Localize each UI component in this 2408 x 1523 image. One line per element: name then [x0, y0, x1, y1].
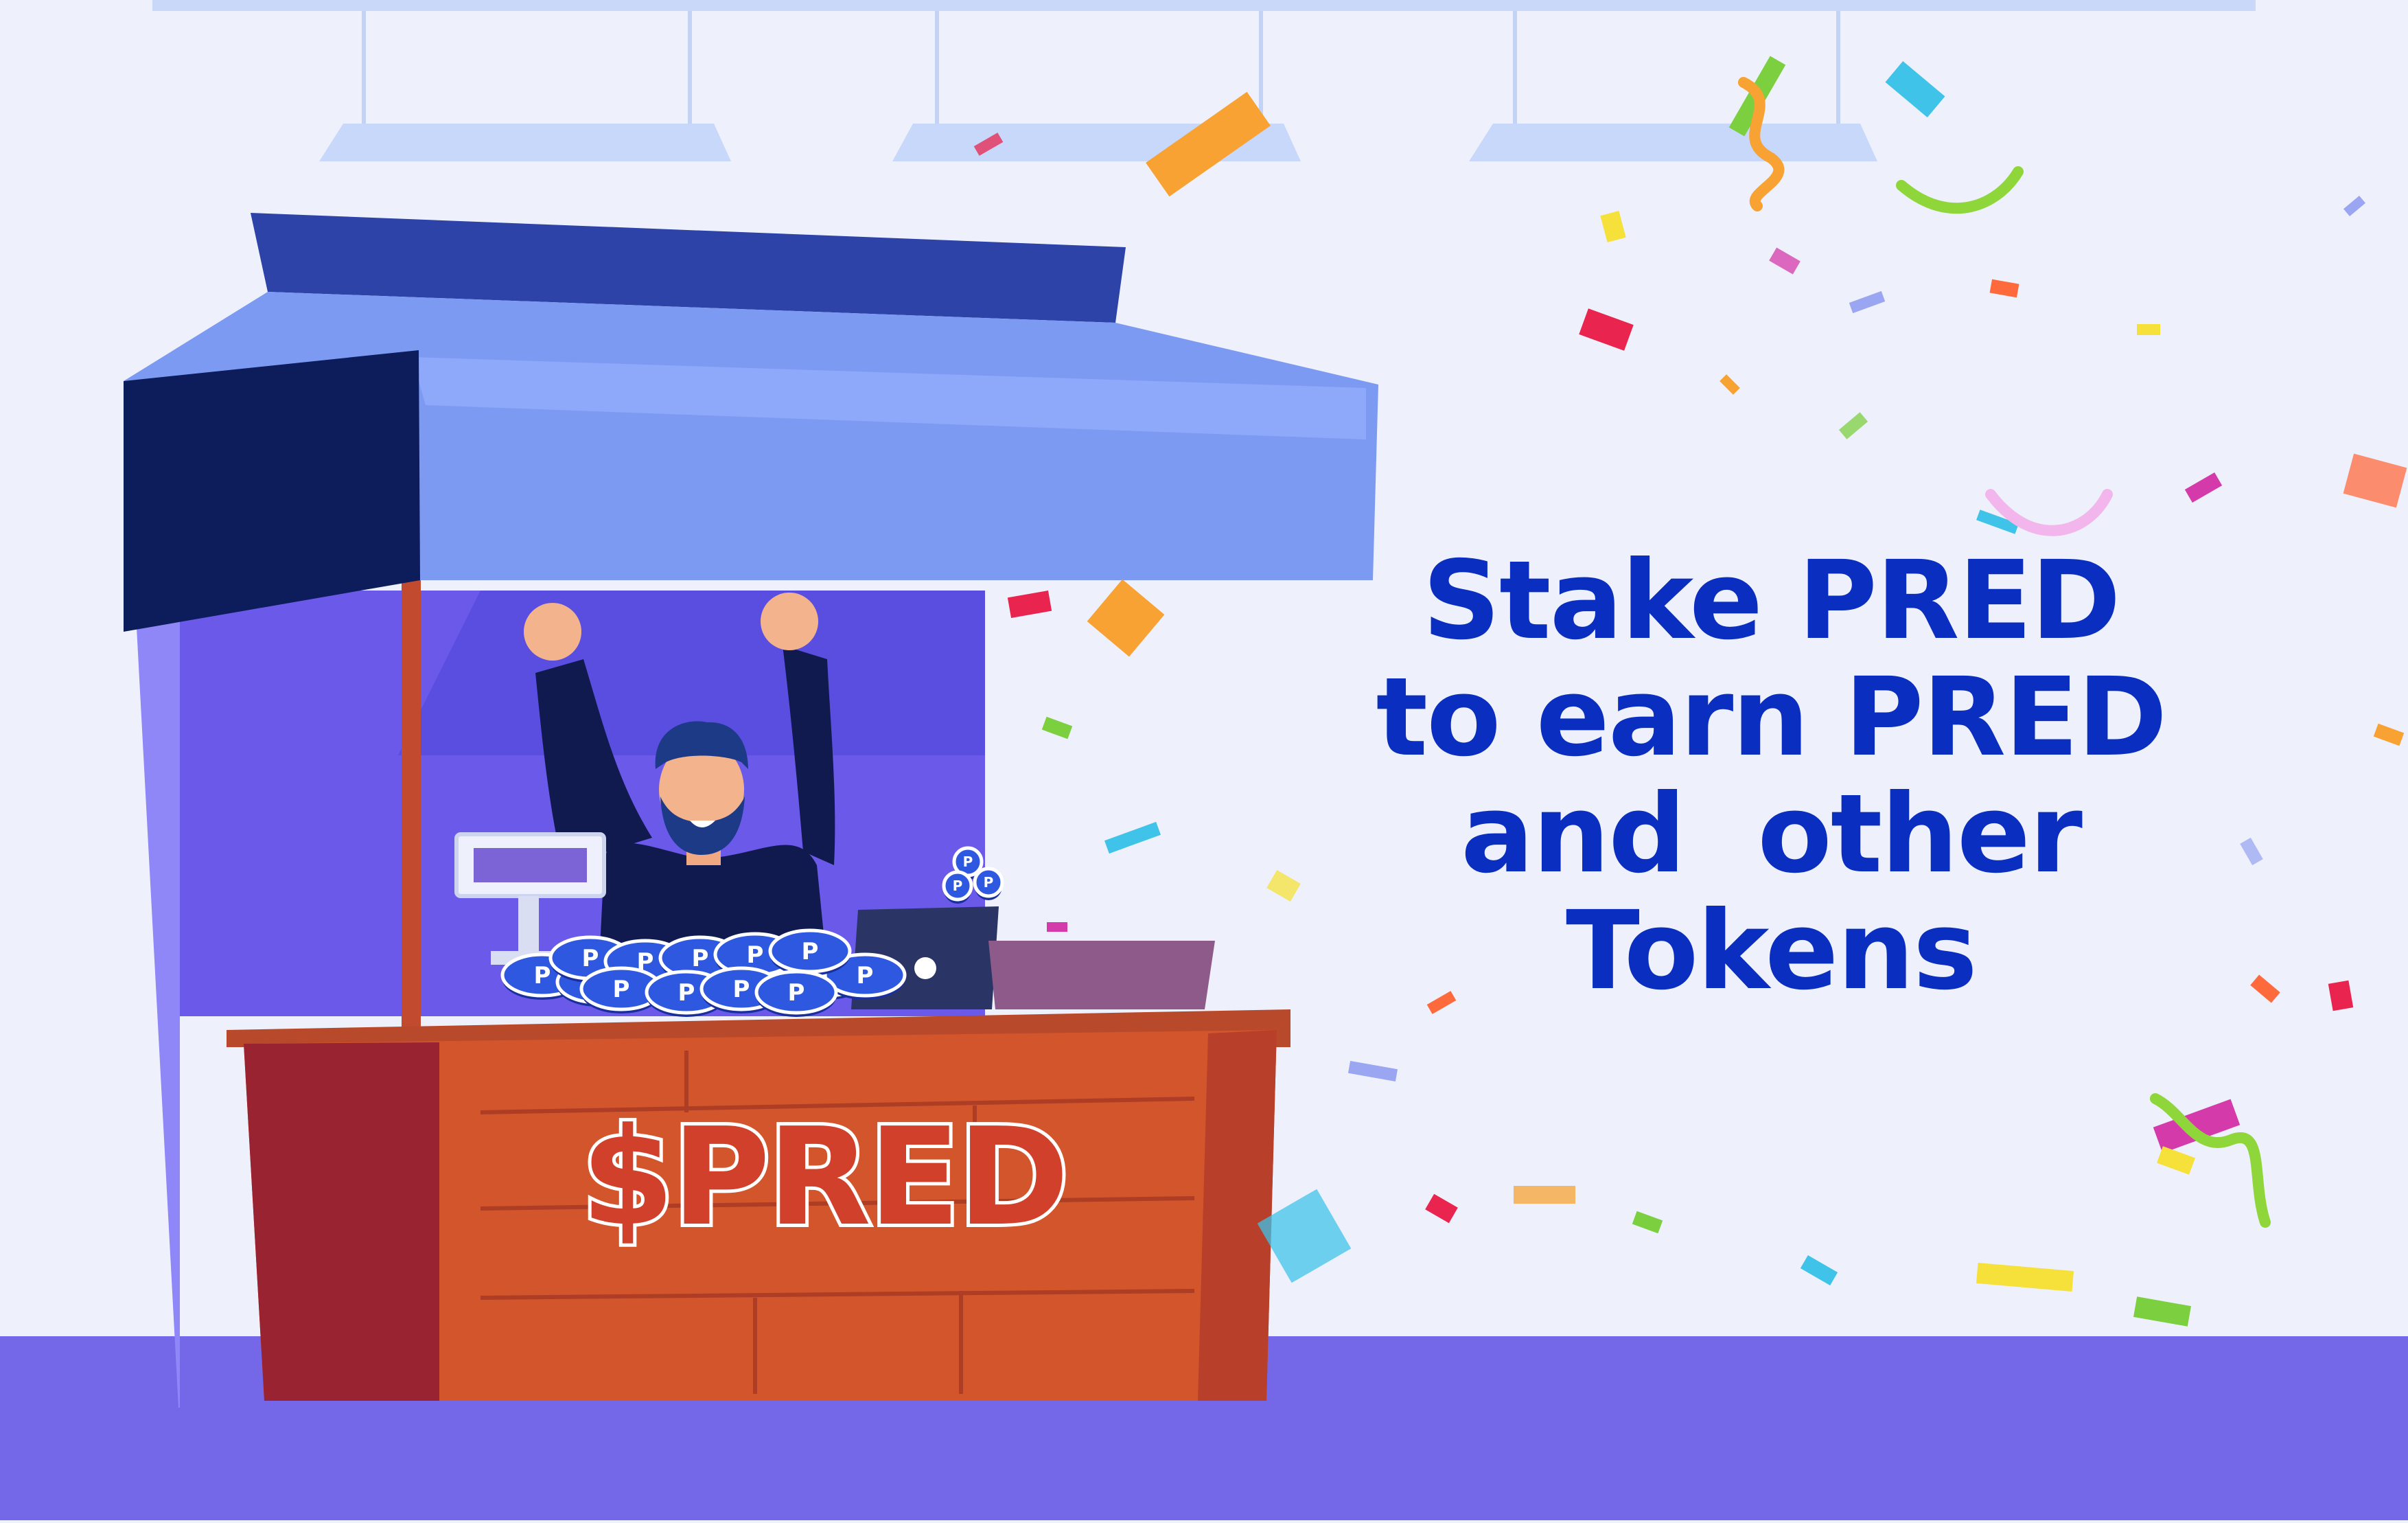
confetti-piece	[1047, 922, 1067, 932]
svg-text:P: P	[857, 962, 874, 989]
svg-text:P: P	[678, 979, 695, 1007]
coin-icon: P	[754, 970, 838, 1017]
svg-text:P: P	[802, 938, 819, 965]
svg-text:P: P	[534, 962, 551, 989]
svg-text:P: P	[953, 878, 963, 894]
headline-line-3: and other	[1461, 771, 2083, 897]
svg-text:P: P	[733, 976, 750, 1003]
confetti-piece	[1514, 1186, 1575, 1204]
svg-text:P: P	[788, 979, 805, 1007]
svg-text:P: P	[692, 945, 709, 972]
svg-text:P: P	[613, 976, 630, 1003]
svg-text:P: P	[963, 854, 973, 870]
svg-text:P: P	[984, 874, 994, 891]
svg-text:P: P	[747, 941, 764, 969]
headline-line-2: to earn PRED	[1376, 654, 2168, 781]
confetti-piece	[2137, 324, 2160, 335]
headline: Stake PRED to earn PRED and other Tokens	[1304, 542, 2238, 1009]
svg-text:P: P	[582, 945, 599, 972]
headline-line-4: Tokens	[1566, 888, 1978, 1014]
coin-icon: P	[973, 867, 1004, 900]
coin-icon: P	[768, 928, 852, 976]
stall-sign: $PRED	[577, 1099, 1073, 1256]
ceiling-rail	[152, 0, 2256, 11]
coin-icon: P	[942, 870, 973, 904]
headline-line-1: Stake PRED	[1422, 538, 2121, 664]
stall-pole	[402, 563, 421, 1044]
counter-box	[988, 941, 1215, 1009]
